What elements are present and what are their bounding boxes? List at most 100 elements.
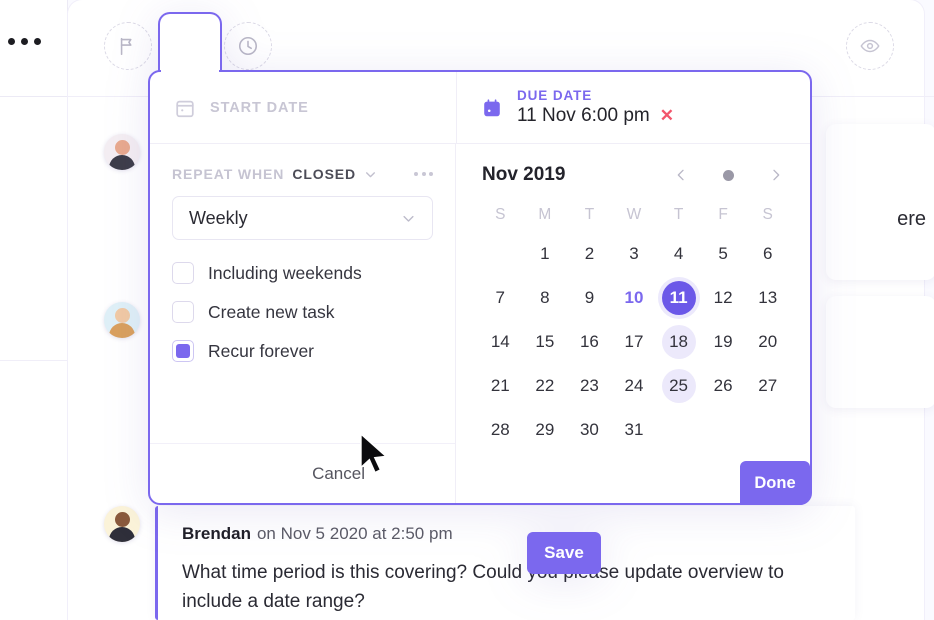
checkbox-box[interactable] (172, 301, 194, 323)
comment-author: Brendan (182, 524, 251, 543)
repeat-settings-column: REPEAT WHEN CLOSED Weekly Including week… (150, 144, 456, 503)
comment-timestamp: on Nov 5 2020 at 2:50 pm (256, 524, 453, 543)
rail-divider-2 (0, 360, 68, 361)
due-date-popup: START DATE DUE DATE 11 Nov 6:00 pm ✕ REP… (148, 12, 812, 574)
checkbox-label: Recur forever (208, 340, 315, 361)
calendar-day-3[interactable]: 3 (612, 232, 657, 276)
mouse-cursor (359, 432, 389, 474)
calendar-day-8[interactable]: 8 (523, 276, 568, 320)
calendar-day-13[interactable]: 13 (745, 276, 790, 320)
calendar-day-blank (478, 232, 523, 276)
calendar-day-6[interactable]: 6 (745, 232, 790, 276)
due-date-label: DUE DATE (517, 88, 593, 103)
background-card-text: ere (897, 208, 926, 230)
checkbox-label: Create new task (208, 301, 335, 322)
frequency-select[interactable]: Weekly (172, 196, 433, 240)
clock-icon[interactable] (224, 22, 272, 70)
start-date-calendar-icon (176, 100, 194, 117)
calendar-day-12[interactable]: 12 (701, 276, 746, 320)
chevron-down-icon (403, 215, 414, 222)
popup-tab-notch (158, 12, 222, 78)
clear-due-date-icon[interactable]: ✕ (660, 106, 674, 126)
calendar-day-31[interactable]: 31 (612, 408, 657, 452)
checkbox-recur-forever[interactable]: Recur forever (172, 340, 433, 362)
start-date-field[interactable]: START DATE (150, 72, 456, 143)
calendar-day-24[interactable]: 24 (612, 364, 657, 408)
calendar-dow-2: T (584, 206, 595, 223)
calendar-day-21[interactable]: 21 (478, 364, 523, 408)
calendar-day-11[interactable]: 11 (656, 276, 701, 320)
calendar-column: Nov 2019 S M T W T F S 1 2 3 4 5 6 7 8 9 10 11 12 13 14 15 16 1… (458, 144, 810, 505)
prev-month-icon[interactable] (673, 167, 689, 183)
calendar-day-30[interactable]: 30 (567, 408, 612, 452)
calendar-dow-3: W (626, 206, 642, 223)
calendar-day-14[interactable]: 14 (478, 320, 523, 364)
calendar-day-26[interactable]: 26 (701, 364, 746, 408)
calendar-day-5[interactable]: 5 (701, 232, 746, 276)
calendar-dow-5: F (718, 206, 728, 223)
today-dot-icon[interactable] (723, 169, 734, 181)
done-button[interactable]: Done (740, 461, 810, 505)
calendar-nav (673, 167, 784, 183)
popup-left-footer: Cancel (150, 443, 455, 503)
calendar-dow-6: S (762, 206, 773, 223)
due-date-calendar-icon (484, 98, 500, 116)
background-comment-card-1: ere (826, 124, 934, 280)
calendar-day-23[interactable]: 23 (567, 364, 612, 408)
calendar-day-19[interactable]: 19 (701, 320, 746, 364)
calendar-day-10[interactable]: 10 (612, 276, 657, 320)
due-date-value-row: 11 Nov 6:00 pm ✕ (517, 105, 674, 127)
date-header-row: START DATE DUE DATE 11 Nov 6:00 pm ✕ (150, 72, 810, 144)
calendar-day-17[interactable]: 17 (612, 320, 657, 364)
calendar-dow-0: S (495, 206, 506, 223)
calendar-day-20[interactable]: 20 (745, 320, 790, 364)
calendar-month-label: Nov 2019 (482, 164, 566, 185)
calendar-day-29[interactable]: 29 (523, 408, 568, 452)
repeat-header: REPEAT WHEN CLOSED (150, 144, 455, 182)
calendar-day-9[interactable]: 9 (567, 276, 612, 320)
calendar-day-28[interactable]: 28 (478, 408, 523, 452)
calendar-day-2[interactable]: 2 (567, 232, 612, 276)
watch-eye-icon[interactable] (846, 22, 894, 70)
start-date-label: START DATE (210, 99, 309, 116)
rail-more-icon[interactable] (8, 38, 41, 45)
repeat-options-list: Including weekends Create new task Recur… (172, 262, 433, 362)
avatar (104, 134, 140, 170)
flag-icon[interactable] (104, 22, 152, 70)
rail-divider (0, 96, 68, 97)
checkbox-including-weekends[interactable]: Including weekends (172, 262, 433, 284)
calendar-day-1[interactable]: 1 (523, 232, 568, 276)
calendar-dow-4: T (673, 206, 684, 223)
next-month-icon[interactable] (768, 167, 784, 183)
repeat-more-icon[interactable] (414, 172, 433, 176)
due-date-field[interactable]: DUE DATE 11 Nov 6:00 pm ✕ (456, 72, 810, 143)
calendar-day-22[interactable]: 22 (523, 364, 568, 408)
save-button[interactable]: Save (527, 532, 601, 574)
calendar-day-7[interactable]: 7 (478, 276, 523, 320)
repeat-prefix-label: REPEAT WHEN (172, 166, 285, 182)
calendar-day-4[interactable]: 4 (656, 232, 701, 276)
background-comment-card-2 (826, 296, 934, 408)
checkbox-box[interactable] (172, 262, 194, 284)
app-root: ere START DATE DUE DATE 11 Nov 6:00 pm ✕… (0, 0, 934, 620)
due-date-value: 11 Nov 6:00 pm (517, 105, 650, 126)
comment-header: Brendan on Nov 5 2020 at 2:50 pm (182, 524, 831, 544)
comment-body: What time period is this covering? Could… (182, 562, 784, 613)
frequency-value: Weekly (189, 207, 248, 228)
avatar (104, 506, 140, 542)
calendar-grid: S M T W T F S 1 2 3 4 5 6 7 8 9 10 11 12 13 14 15 16 17 18 19 20 21… (458, 186, 810, 452)
calendar-day-27[interactable]: 27 (745, 364, 790, 408)
checkbox-label: Including weekends (208, 262, 362, 283)
chevron-down-icon[interactable] (364, 168, 377, 181)
left-rail (0, 0, 68, 620)
repeat-mode-label[interactable]: CLOSED (292, 166, 356, 182)
calendar-day-25[interactable]: 25 (656, 364, 701, 408)
comment-card: Brendan on Nov 5 2020 at 2:50 pm What tim… (155, 506, 855, 620)
calendar-day-16[interactable]: 16 (567, 320, 612, 364)
avatar (104, 302, 140, 338)
checkbox-box[interactable] (172, 340, 194, 362)
calendar-day-15[interactable]: 15 (523, 320, 568, 364)
calendar-header: Nov 2019 (458, 144, 810, 186)
checkbox-create-new-task[interactable]: Create new task (172, 301, 433, 323)
calendar-day-18[interactable]: 18 (656, 320, 701, 364)
